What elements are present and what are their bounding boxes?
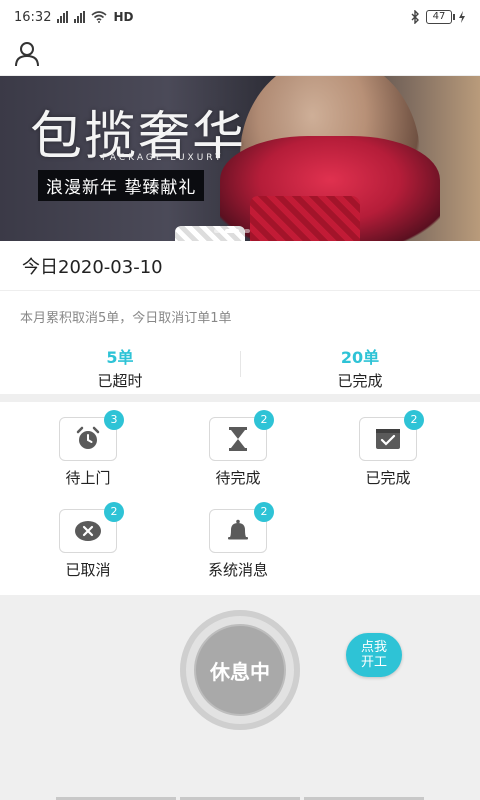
cancel-note: 本月累积取消5单，今日取消订单1单 <box>20 311 232 326</box>
tile-label: 已取消 <box>65 561 111 579</box>
tile-pending-visit[interactable]: 3 待上门 <box>28 410 148 488</box>
status-bar: 16:32 HD 47 <box>0 0 480 34</box>
alarm-clock-icon <box>76 426 100 449</box>
tile-badge: 2 <box>404 410 424 430</box>
banner-handbag-image <box>250 196 360 241</box>
carousel-dot-active <box>225 229 239 233</box>
work-status-area: 休息中 点我开工 <box>0 595 480 800</box>
carousel-dot <box>214 229 220 233</box>
signal-icon <box>57 11 69 23</box>
stat-completed-value: 20单 <box>340 348 380 367</box>
start-work-button[interactable]: 点我开工 <box>346 633 402 677</box>
battery-icon: 47 <box>426 10 455 24</box>
tile-pending-complete[interactable]: 2 待完成 <box>178 410 298 488</box>
wifi-icon <box>91 11 107 23</box>
cancel-icon <box>75 521 101 541</box>
tile-badge: 3 <box>104 410 124 430</box>
today-date: 今日2020-03-10 <box>22 256 163 278</box>
bell-icon <box>228 519 248 540</box>
tile-badge: 2 <box>254 502 274 522</box>
user-icon[interactable] <box>14 40 40 68</box>
check-box-icon <box>376 429 400 449</box>
stat-completed[interactable]: 20单 已完成 <box>240 344 480 391</box>
tile-system-messages[interactable]: 2 系统消息 <box>178 502 298 580</box>
stat-overtime[interactable]: 5单 已超时 <box>0 344 240 391</box>
start-work-label: 点我开工 <box>360 640 387 670</box>
carousel-indicator <box>214 229 250 233</box>
tile-label: 系统消息 <box>207 561 268 579</box>
date-row: 今日2020-03-10 <box>0 241 480 291</box>
function-grid: 3 待上门 2 待完成 2 已完成 2 已取消 2 系统消息 <box>0 402 480 595</box>
stat-completed-label: 已完成 <box>337 372 383 390</box>
stat-overtime-label: 已超时 <box>97 372 143 390</box>
banner-subtitle: PACKAGE LUXURY <box>102 153 224 163</box>
tile-label: 待完成 <box>215 469 261 487</box>
signal-icon-2 <box>74 11 86 23</box>
carousel-dot <box>244 229 250 233</box>
clock: 16:32 <box>14 9 52 25</box>
hourglass-icon <box>229 427 247 451</box>
tile-cancelled[interactable]: 2 已取消 <box>28 502 148 580</box>
bluetooth-icon <box>411 10 419 24</box>
promo-banner[interactable]: 包揽奢华 PACKAGE LUXURY 浪漫新年 挚臻献礼 <box>0 76 480 241</box>
tile-badge: 2 <box>104 502 124 522</box>
order-summary: 本月累积取消5单，今日取消订单1单 5单 已超时 20单 已完成 <box>0 291 480 394</box>
tile-label: 已完成 <box>365 469 411 487</box>
tile-badge: 2 <box>254 410 274 430</box>
top-bar <box>0 34 480 76</box>
rest-status-ring[interactable]: 休息中 <box>180 610 300 730</box>
network-type: HD <box>113 10 134 24</box>
banner-tagline: 浪漫新年 挚臻献礼 <box>38 170 205 201</box>
rest-status-button[interactable]: 休息中 <box>194 624 286 716</box>
charging-icon <box>459 11 465 23</box>
tile-label: 待上门 <box>65 469 111 487</box>
stat-overtime-value: 5单 <box>106 348 134 367</box>
tile-completed[interactable]: 2 已完成 <box>328 410 448 488</box>
